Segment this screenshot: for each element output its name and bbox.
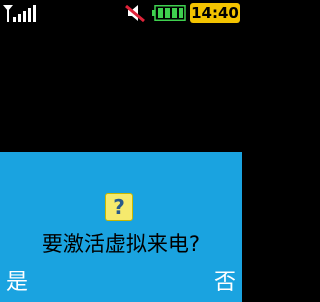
signal-strength-icon xyxy=(3,5,36,22)
yes-softkey[interactable]: 是 xyxy=(6,268,28,298)
softkey-bar: 是 否 xyxy=(0,264,242,302)
battery-icon xyxy=(152,5,186,21)
clock: 14:40 xyxy=(190,3,240,23)
no-softkey[interactable]: 否 xyxy=(214,268,236,298)
status-bar: 14:40 xyxy=(0,0,242,26)
confirm-dialog: ? 要激活虚拟来电? xyxy=(0,152,242,264)
question-icon: ? xyxy=(105,193,133,221)
phone-screen: 14:40 ? 要激活虚拟来电? 是 否 xyxy=(0,0,242,302)
muted-speaker-icon xyxy=(125,4,145,23)
dialog-message: 要激活虚拟来电? xyxy=(41,232,201,256)
background-area xyxy=(0,26,242,152)
